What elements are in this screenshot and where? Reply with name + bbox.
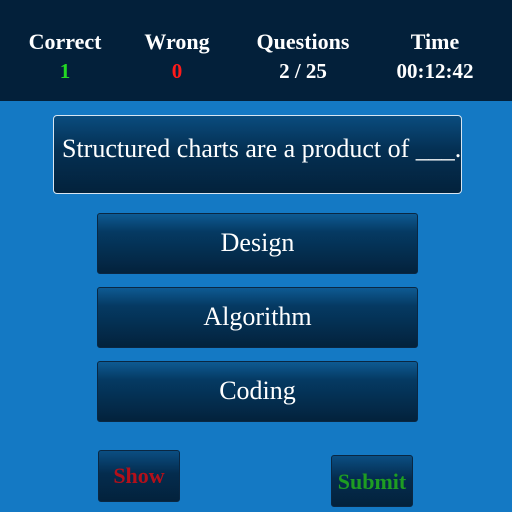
submit-button[interactable]: Submit <box>331 455 413 507</box>
option-button-design[interactable]: Design <box>97 213 418 274</box>
correct-count: 1 <box>59 59 71 83</box>
time-stat: Time 00:12:42 <box>380 28 490 86</box>
time-value: 00:12:42 <box>396 59 474 83</box>
score-header: Correct 1 Wrong 0 Questions 2 / 25 Time … <box>0 0 512 101</box>
correct-stat: Correct 1 <box>20 28 110 86</box>
wrong-count: 0 <box>171 59 183 83</box>
wrong-label: Wrong <box>144 29 210 54</box>
correct-label: Correct <box>28 29 102 54</box>
question-progress: 2 / 25 <box>279 59 327 83</box>
wrong-stat: Wrong 0 <box>132 28 222 86</box>
questions-stat: Questions 2 / 25 <box>243 28 363 86</box>
question-text: Structured charts are a product of ___. <box>62 134 462 163</box>
question-box: Structured charts are a product of ___. <box>53 115 462 194</box>
option-button-algorithm[interactable]: Algorithm <box>97 287 418 348</box>
questions-label: Questions <box>256 29 350 54</box>
time-label: Time <box>410 29 460 54</box>
option-button-coding[interactable]: Coding <box>97 361 418 422</box>
show-answer-button[interactable]: Show <box>98 450 180 502</box>
